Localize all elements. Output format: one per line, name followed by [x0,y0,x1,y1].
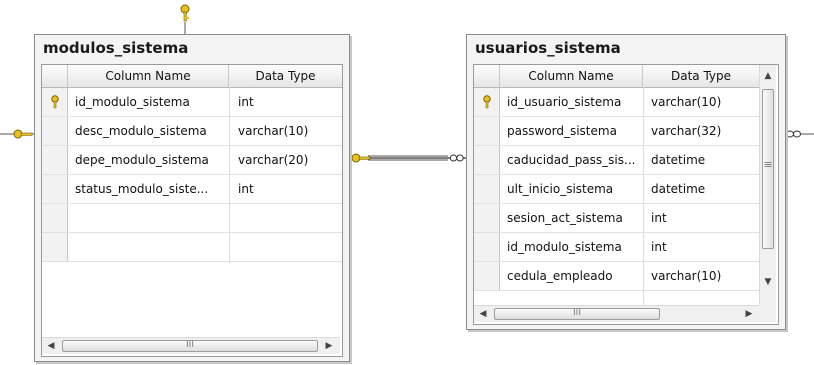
scroll-left-icon[interactable]: ◀ [44,339,58,353]
data-type-cell[interactable]: varchar(10) [651,262,755,290]
column-name-cell[interactable]: caducidad_pass_sis... [507,146,641,174]
data-type-cell[interactable]: datetime [651,175,755,203]
key-icon [13,129,33,139]
data-type-header[interactable]: Data Type [229,65,342,87]
column-name-cell[interactable]: ult_inicio_sistema [507,175,641,203]
table-row[interactable]: depe_modulo_sistema varchar(20) [42,146,342,175]
primary-key-icon [483,95,491,109]
row-selector[interactable] [474,175,500,203]
scroll-thumb[interactable]: III [494,308,660,320]
table-modulos-sistema[interactable]: modulos_sistema Column Name Data Type id… [34,34,350,362]
table-row[interactable]: status_modulo_siste... int [42,175,342,204]
data-type-cell[interactable]: varchar(10) [238,117,338,145]
scroll-down-icon[interactable]: ▼ [761,275,775,289]
table-row[interactable]: cedula_empleado varchar(10) [474,262,759,291]
table-row[interactable]: caducidad_pass_sis... datetime [474,146,759,175]
column-name-cell[interactable]: password_sistema [507,117,641,145]
data-type-cell[interactable]: int [651,204,755,232]
row-selector[interactable] [42,175,68,203]
vertical-scrollbar[interactable]: ▲ ≡ ▼ [759,65,776,305]
key-icon [351,153,371,163]
column-name-cell[interactable]: id_modulo_sistema [507,233,641,261]
column-name-cell[interactable]: status_modulo_siste... [75,175,225,203]
row-selector[interactable] [42,146,68,174]
data-type-cell[interactable]: int [238,88,338,116]
column-name-cell[interactable]: id_modulo_sistema [75,88,225,116]
table-row[interactable]: sesion_act_sistema int [474,204,759,233]
row-selector[interactable] [474,262,500,290]
column-name-cell[interactable]: cedula_empleado [507,262,641,290]
relationship-line[interactable] [348,150,466,166]
horizontal-scrollbar[interactable]: ◀ III ▶ [474,305,759,322]
data-type-header[interactable]: Data Type [643,65,759,87]
column-name-cell[interactable]: id_usuario_sistema [507,88,641,116]
grid-header: Column Name Data Type [42,65,342,88]
relationship-stub-top [180,4,190,36]
scroll-left-icon[interactable]: ◀ [476,307,490,321]
table-title: usuarios_sistema [475,39,621,57]
table-row[interactable]: password_sistema varchar(32) [474,117,759,146]
data-type-cell[interactable]: int [651,233,755,261]
row-selector[interactable] [42,204,68,232]
row-selector[interactable] [42,233,68,261]
column-name-header[interactable]: Column Name [68,65,229,87]
table-row[interactable]: desc_modulo_sistema varchar(10) [42,117,342,146]
infinity-icon [449,154,464,162]
table-title: modulos_sistema [43,39,189,57]
row-selector[interactable] [474,146,500,174]
table-row[interactable]: ult_inicio_sistema datetime [474,175,759,204]
column-grid[interactable]: Column Name Data Type id_modulo_sistema … [41,64,343,357]
column-name-cell[interactable]: sesion_act_sistema [507,204,641,232]
scroll-thumb[interactable]: III [62,340,318,352]
primary-key-icon [51,95,59,109]
row-selector[interactable] [474,233,500,261]
column-name-header[interactable]: Column Name [500,65,643,87]
scroll-right-icon[interactable]: ▶ [322,339,336,353]
table-row[interactable]: id_modulo_sistema int [42,88,342,117]
table-usuarios-sistema[interactable]: usuarios_sistema Column Name Data Type i… [466,34,786,330]
scroll-right-icon[interactable]: ▶ [742,307,756,321]
column-name-cell[interactable]: depe_modulo_sistema [75,146,225,174]
data-type-cell[interactable]: datetime [651,146,755,174]
row-selector[interactable] [474,117,500,145]
data-type-cell[interactable]: int [238,175,338,203]
relationship-stub-left [0,129,36,139]
horizontal-scrollbar[interactable]: ◀ III ▶ [42,337,340,354]
data-type-cell[interactable]: varchar(20) [238,146,338,174]
row-selector[interactable] [42,117,68,145]
row-selector[interactable] [474,88,500,116]
row-selector[interactable] [42,88,68,116]
table-row[interactable]: id_usuario_sistema varchar(10) [474,88,759,117]
grid-header: Column Name Data Type [474,65,759,88]
scroll-corner [759,305,776,322]
infinity-icon [786,130,801,138]
empty-row[interactable] [42,204,342,233]
key-icon [180,4,190,22]
row-selector-header [42,65,68,87]
row-selector-header [474,65,500,87]
scroll-up-icon[interactable]: ▲ [761,69,775,83]
data-type-cell[interactable]: varchar(10) [651,88,755,116]
row-selector[interactable] [474,204,500,232]
scroll-thumb[interactable]: ≡ [762,89,774,249]
empty-row[interactable] [42,233,342,262]
table-row[interactable]: id_modulo_sistema int [474,233,759,262]
relationship-stub-right [782,130,814,138]
data-type-cell[interactable]: varchar(32) [651,117,755,145]
column-grid[interactable]: Column Name Data Type id_usuario_sistema… [473,64,779,325]
column-name-cell[interactable]: desc_modulo_sistema [75,117,225,145]
